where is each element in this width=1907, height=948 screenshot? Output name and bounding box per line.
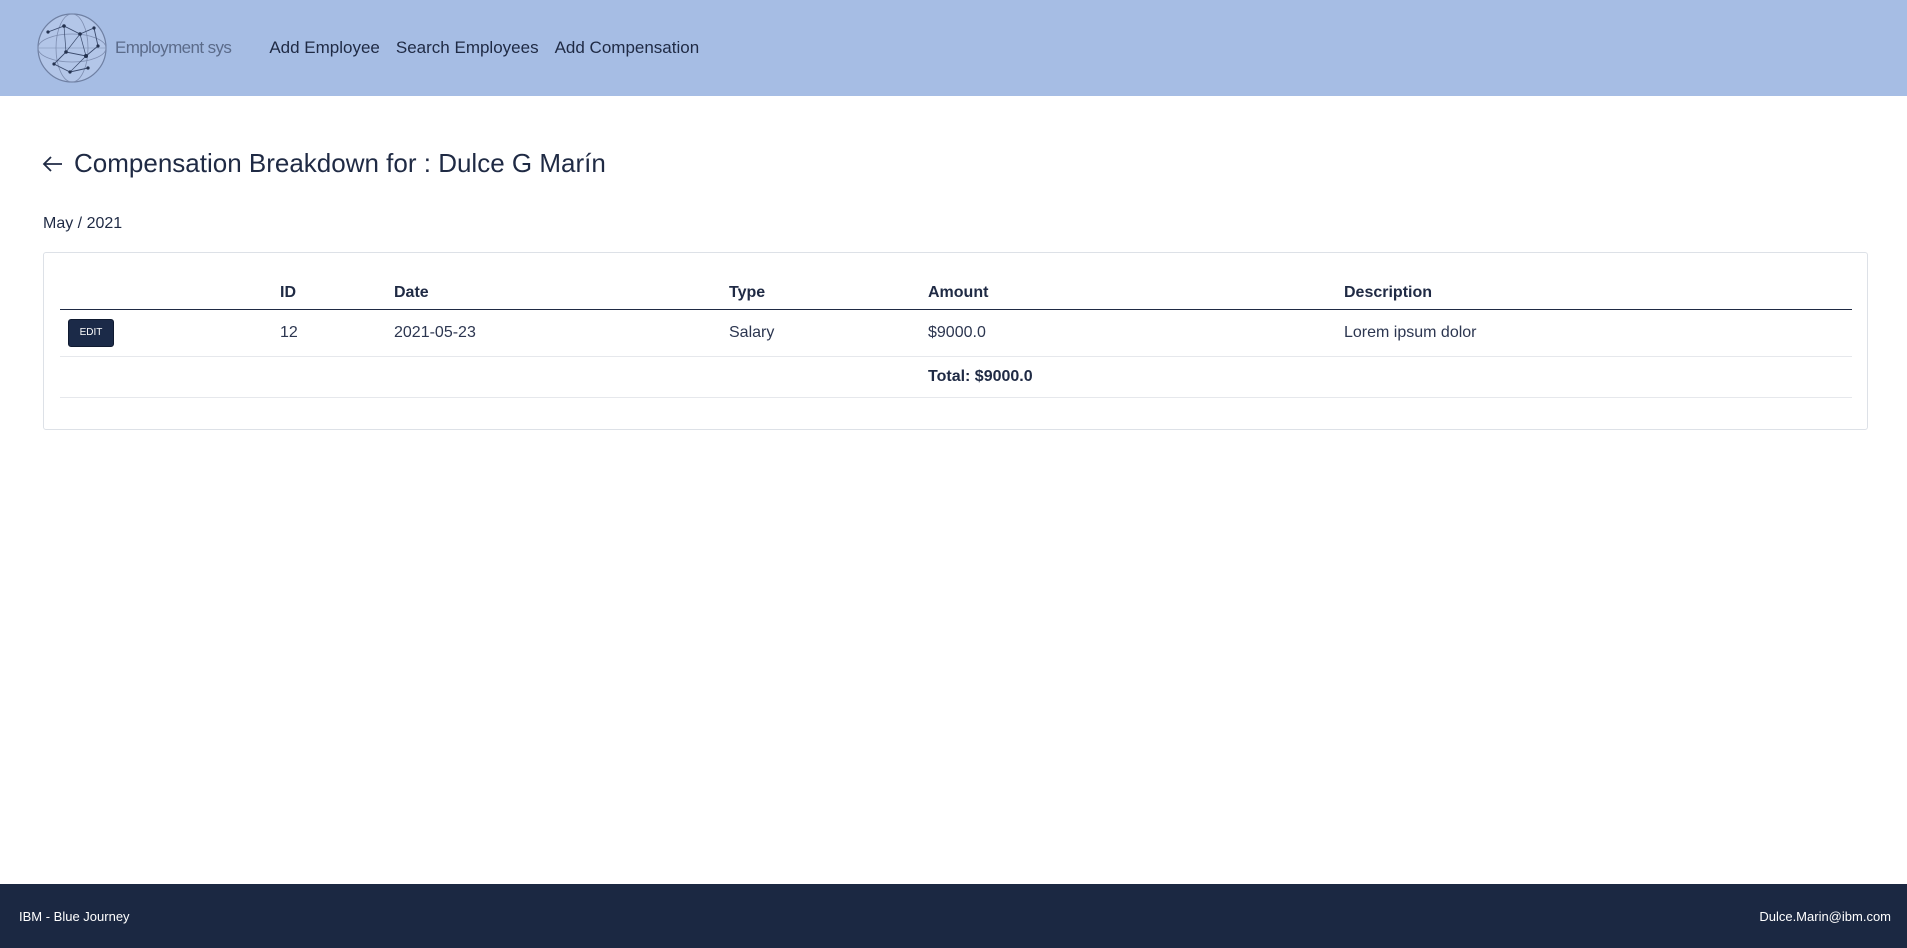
cell-type: Salary xyxy=(729,309,928,357)
total-empty-4 xyxy=(729,356,928,398)
footer-user-email: Dulce.Marin@ibm.com xyxy=(1759,908,1891,924)
logo-text: Employment sys xyxy=(115,38,232,57)
title-row: Compensation Breakdown for : Dulce G Mar… xyxy=(42,148,606,179)
cell-edit: EDIT xyxy=(60,309,280,357)
app-logo[interactable]: Employment sys xyxy=(36,12,232,84)
cell-description: Lorem ipsum dolor xyxy=(1344,309,1852,357)
globe-network-icon xyxy=(37,13,107,83)
cell-id: 12 xyxy=(280,309,394,357)
cell-date: 2021-05-23 xyxy=(394,309,729,357)
nav-add-employee[interactable]: Add Employee xyxy=(269,38,380,58)
header-type: Type xyxy=(729,277,928,310)
header-date: Date xyxy=(394,277,729,310)
table-row: EDIT 12 2021-05-23 Salary $9000.0 Lorem … xyxy=(60,309,1852,357)
table-header-row: ID Date Type Amount Description xyxy=(60,277,1852,310)
page-title: Compensation Breakdown for : Dulce G Mar… xyxy=(74,148,606,178)
compensation-card: ID Date Type Amount Description EDIT 12 … xyxy=(43,252,1868,430)
nav-add-compensation[interactable]: Add Compensation xyxy=(555,38,700,58)
app-footer: IBM - Blue Journey Dulce.Marin@ibm.com xyxy=(0,884,1907,948)
arrow-left-icon[interactable] xyxy=(42,153,64,175)
total-empty-1 xyxy=(60,356,280,398)
total-empty-5 xyxy=(1344,356,1852,398)
compensation-table: ID Date Type Amount Description EDIT 12 … xyxy=(60,277,1852,398)
footer-brand: IBM - Blue Journey xyxy=(19,908,130,924)
header-edit xyxy=(60,277,280,310)
nav-search-employees[interactable]: Search Employees xyxy=(396,38,539,58)
total-row: Total: $9000.0 xyxy=(60,356,1852,398)
header-amount: Amount xyxy=(928,277,1344,310)
total-amount: Total: $9000.0 xyxy=(928,356,1344,398)
edit-button[interactable]: EDIT xyxy=(68,318,114,347)
main-nav: Add Employee Search Employees Add Compen… xyxy=(269,38,715,58)
header-description: Description xyxy=(1344,277,1852,310)
cell-amount: $9000.0 xyxy=(928,309,1344,357)
header-id: ID xyxy=(280,277,394,310)
period-label: May / 2021 xyxy=(43,215,123,232)
total-empty-2 xyxy=(280,356,394,398)
app-header: Employment sys Add Employee Search Emplo… xyxy=(0,0,1907,96)
total-empty-3 xyxy=(394,356,729,398)
